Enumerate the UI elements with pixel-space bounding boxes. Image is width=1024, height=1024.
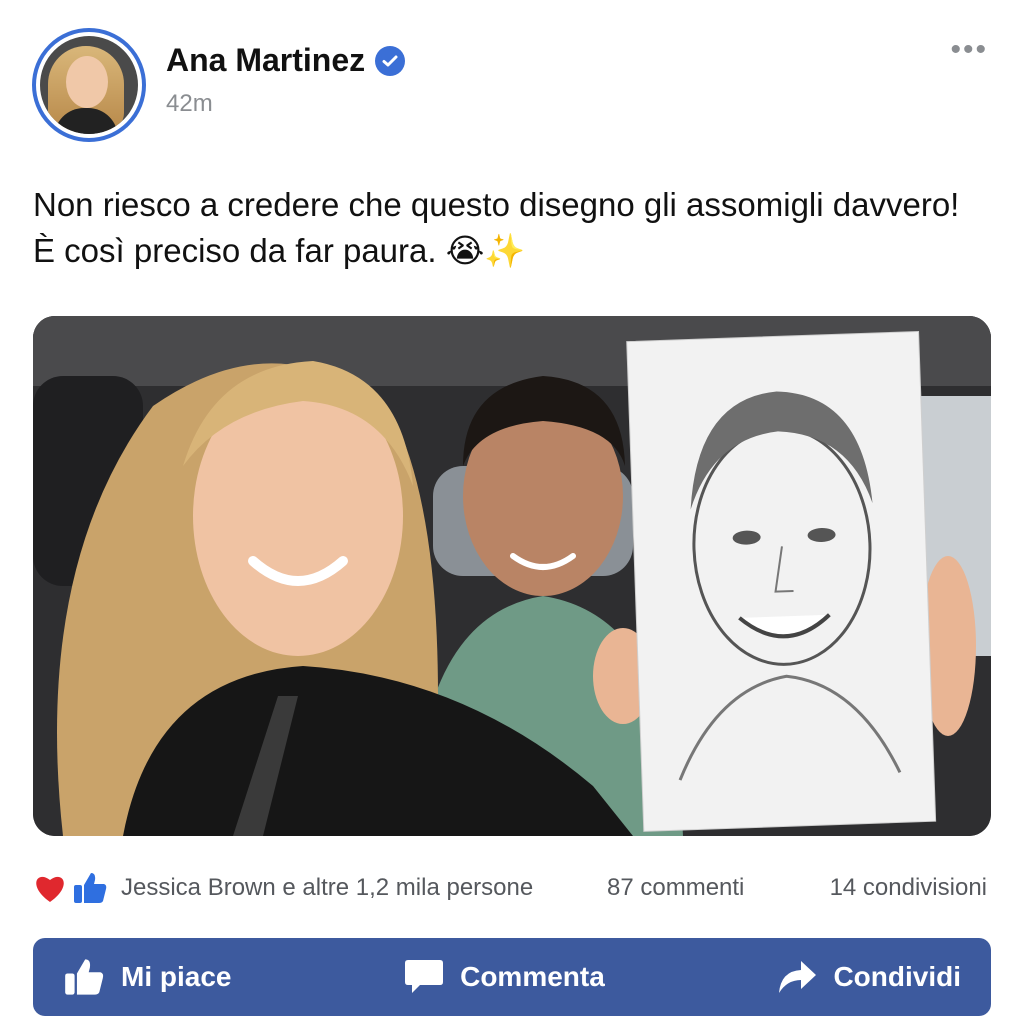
- post-header: Ana Martinez 42m •••: [32, 28, 992, 144]
- engagement-stats: Jessica Brown e altre 1,2 mila persone 8…: [33, 866, 991, 910]
- caption-line-2: È così preciso da far paura. 😭✨: [33, 232, 526, 269]
- author-name[interactable]: Ana Martinez: [166, 42, 365, 79]
- share-label: Condividi: [833, 961, 961, 992]
- caption-line-1: Non riesco a credere che questo disegno …: [33, 186, 960, 223]
- photo-illustration: [33, 316, 991, 836]
- more-options-icon[interactable]: •••: [950, 35, 988, 65]
- share-button[interactable]: Condividi: [777, 959, 961, 995]
- comment-button[interactable]: Commenta: [404, 958, 605, 996]
- avatar-image: [40, 36, 138, 134]
- author-row: Ana Martinez: [166, 42, 406, 79]
- post-timestamp[interactable]: 42m: [166, 90, 213, 118]
- like-label: Mi piace: [121, 961, 232, 992]
- thumbs-up-icon: [65, 959, 104, 995]
- comment-icon: [405, 960, 444, 993]
- comment-label: Commenta: [460, 961, 605, 992]
- thumbs-up-icon: [74, 873, 107, 903]
- post-caption: Non riesco a credere che questo disegno …: [33, 182, 1003, 274]
- comments-count[interactable]: 87 commenti: [607, 874, 744, 902]
- post-photo[interactable]: [33, 316, 991, 836]
- shares-count[interactable]: 14 condivisioni: [830, 874, 987, 902]
- reaction-icons[interactable]: [33, 871, 107, 905]
- reactions-summary[interactable]: Jessica Brown e altre 1,2 mila persone: [121, 874, 533, 902]
- heart-icon: [36, 876, 64, 902]
- avatar[interactable]: [32, 28, 146, 142]
- share-icon: [779, 961, 817, 993]
- verified-badge-icon: [375, 45, 406, 76]
- like-button[interactable]: Mi piace: [63, 957, 231, 997]
- action-bar: Mi piace Commenta Condividi: [33, 938, 991, 1016]
